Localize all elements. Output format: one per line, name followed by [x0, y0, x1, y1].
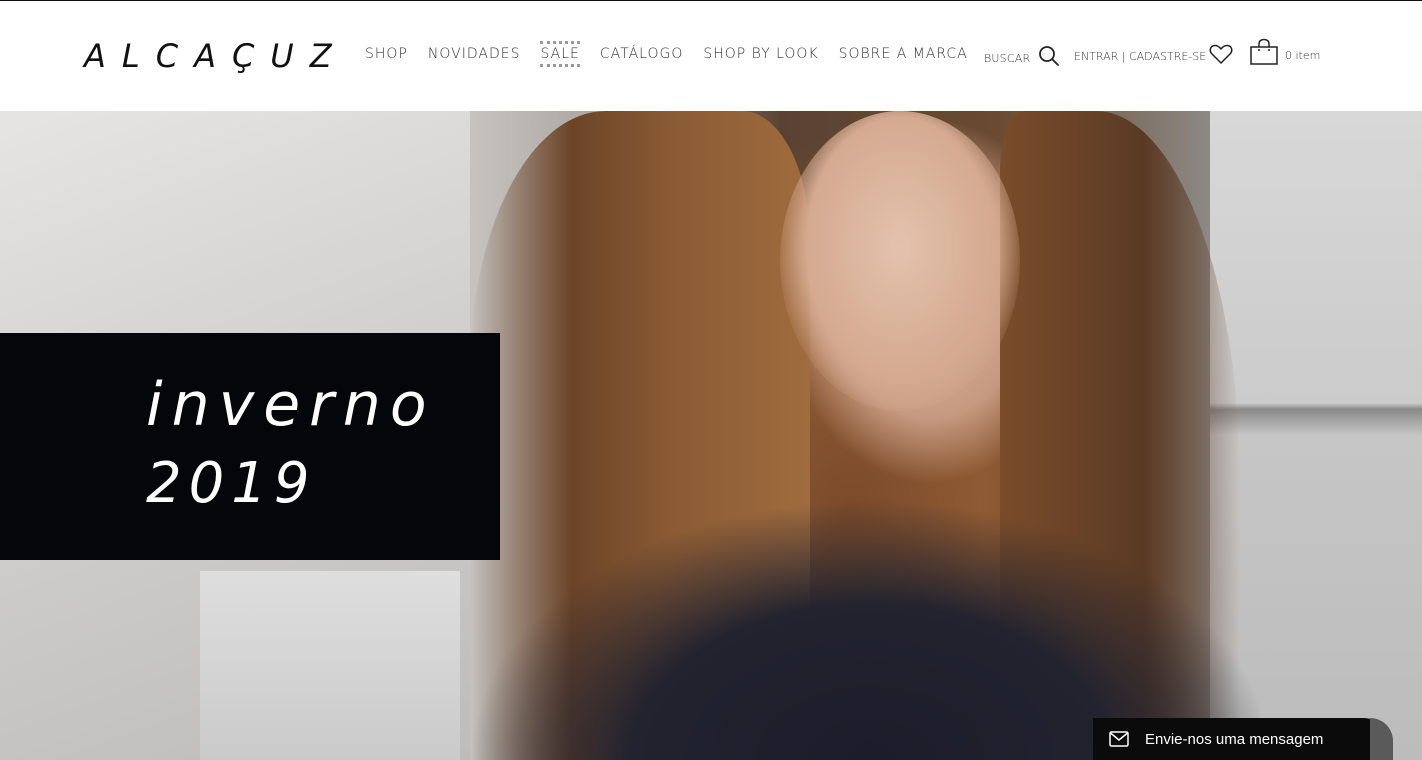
search-label: BUSCAR — [984, 51, 1031, 65]
shopping-bag-icon[interactable] — [1250, 38, 1278, 70]
envelope-icon — [1109, 731, 1129, 747]
nav-sale[interactable]: SALE — [540, 41, 580, 67]
season-title: inverno — [146, 370, 436, 440]
search-button[interactable]: BUSCAR — [984, 45, 1060, 67]
hero-model-face — [780, 111, 1020, 411]
search-icon[interactable] — [1038, 45, 1060, 67]
hero-chair — [200, 571, 460, 760]
nav-shop[interactable]: SHOP — [365, 46, 408, 67]
heart-icon[interactable] — [1209, 43, 1233, 69]
main-nav: SHOP NOVIDADES SALE CATÁLOGO SHOP BY LOO… — [365, 41, 968, 67]
login-signup-link[interactable]: ENTRAR | CADASTRE-SE — [1074, 50, 1206, 63]
season-year: 2019 — [146, 451, 317, 516]
cart-count[interactable]: 0 item — [1285, 49, 1320, 62]
nav-sobre-a-marca[interactable]: SOBRE A MARCA — [839, 46, 968, 67]
season-box[interactable] — [0, 333, 500, 560]
nav-catalogo[interactable]: CATÁLOGO — [600, 46, 684, 67]
nav-shop-by-look[interactable]: SHOP BY LOOK — [703, 46, 818, 67]
chat-widget[interactable]: Envie-nos uma mensagem — [1093, 718, 1393, 760]
brand-logo[interactable]: ALCAÇUZ — [84, 37, 348, 75]
site-header: ALCAÇUZ SHOP NOVIDADES SALE CATÁLOGO SHO… — [0, 1, 1422, 111]
hero-sweater — [470, 461, 1260, 760]
nav-novidades[interactable]: NOVIDADES — [428, 46, 521, 67]
chat-label: Envie-nos uma mensagem — [1145, 730, 1324, 748]
